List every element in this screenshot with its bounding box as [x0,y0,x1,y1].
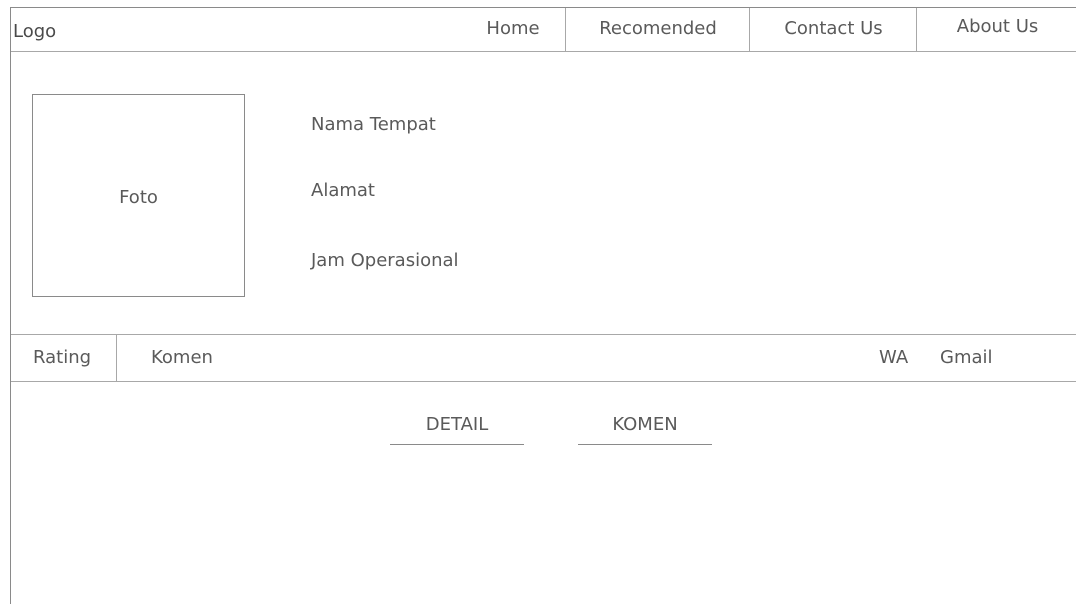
gmail-link[interactable]: Gmail [940,347,993,368]
action-bar: Rating Komen WA Gmail [11,334,1076,382]
logo[interactable]: Logo [13,21,56,42]
tab-detail-label: DETAIL [425,414,489,435]
nav-home-label: Home [486,18,540,39]
rating-button[interactable]: Rating [33,347,91,368]
tab-komen-label: KOMEN [612,414,678,435]
nav-recomended-label: Recomended [599,18,717,39]
nav-home[interactable]: Home [461,8,565,51]
nav-about-us[interactable]: About Us [916,8,1076,51]
header-nav: Logo Home Recomended Contact Us About Us [11,8,1076,52]
action-bar-divider [116,335,117,381]
page-frame: Logo Home Recomended Contact Us About Us… [10,7,1076,604]
nav-about-us-label: About Us [956,16,1039,37]
place-name: Nama Tempat [311,114,436,135]
tab-komen[interactable]: KOMEN [578,412,712,445]
place-photo: Foto [32,94,245,297]
photo-label: Foto [119,187,158,208]
place-hours: Jam Operasional [311,250,459,271]
nav-contact-us[interactable]: Contact Us [749,8,917,51]
nav-recomended[interactable]: Recomended [565,8,750,51]
place-address: Alamat [311,180,375,201]
wa-link[interactable]: WA [879,347,908,368]
tab-detail[interactable]: DETAIL [390,412,524,445]
komen-button[interactable]: Komen [151,347,213,368]
nav-contact-us-label: Contact Us [784,18,883,39]
